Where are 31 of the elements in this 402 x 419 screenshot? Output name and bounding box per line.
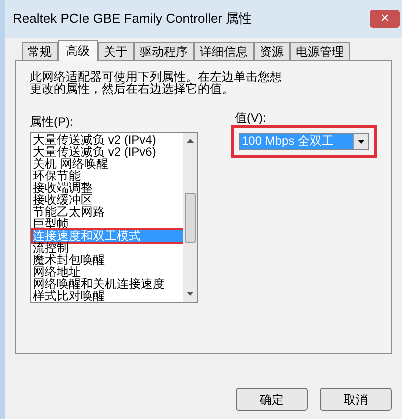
tab[interactable]: 驱动程序 (134, 42, 194, 60)
list-item[interactable]: 关机 网络唤醒 (33, 158, 183, 170)
description-text: 此网络适配器可使用下列属性。在左边单击您想更改的属性，然后在右边选择它的值。 (30, 71, 283, 95)
list-item[interactable]: 流控制 (33, 242, 183, 254)
dialog-button[interactable]: 确定 (236, 388, 308, 411)
caret-icon (358, 140, 364, 144)
list-item[interactable]: 环保节能 (33, 170, 183, 182)
list-item[interactable]: 网络唤醒和关机连接速度 (33, 278, 183, 290)
list-item[interactable]: 网络地址 (33, 266, 183, 278)
tab[interactable]: 高级 (58, 40, 98, 61)
close-button[interactable]: ✕ (370, 10, 400, 28)
list-item[interactable]: 接收缓冲区 (33, 194, 183, 206)
tab[interactable]: 常规 (22, 42, 58, 60)
scroll-down-icon[interactable] (186, 292, 194, 296)
tab[interactable]: 资源 (254, 42, 290, 60)
tab[interactable]: 电源管理 (290, 42, 350, 60)
list-item[interactable]: 大量传送减负 v2 (IPv4) (33, 134, 183, 146)
list-item[interactable]: 大量传送减负 v2 (IPv6) (33, 146, 183, 158)
scrollbar[interactable] (183, 133, 197, 302)
scroll-up-icon[interactable] (186, 139, 194, 143)
list-item[interactable]: 节能乙太网路 (33, 206, 183, 218)
value-label: 值(V): (235, 111, 268, 125)
list-item[interactable]: 魔术封包唤醒 (33, 254, 183, 266)
tab[interactable]: 详细信息 (194, 42, 254, 60)
list-item[interactable]: 样式比对唤醒 (33, 290, 183, 302)
window-title: Realtek PCIe GBE Family Controller 属性 (13, 10, 252, 28)
tab[interactable]: 关于 (98, 42, 134, 60)
scroll-thumb[interactable] (184, 192, 196, 242)
list-item[interactable]: 接收端调整 (33, 182, 183, 194)
dialog-button[interactable]: 取消 (320, 388, 392, 411)
property-label: 属性(P): (30, 115, 74, 129)
